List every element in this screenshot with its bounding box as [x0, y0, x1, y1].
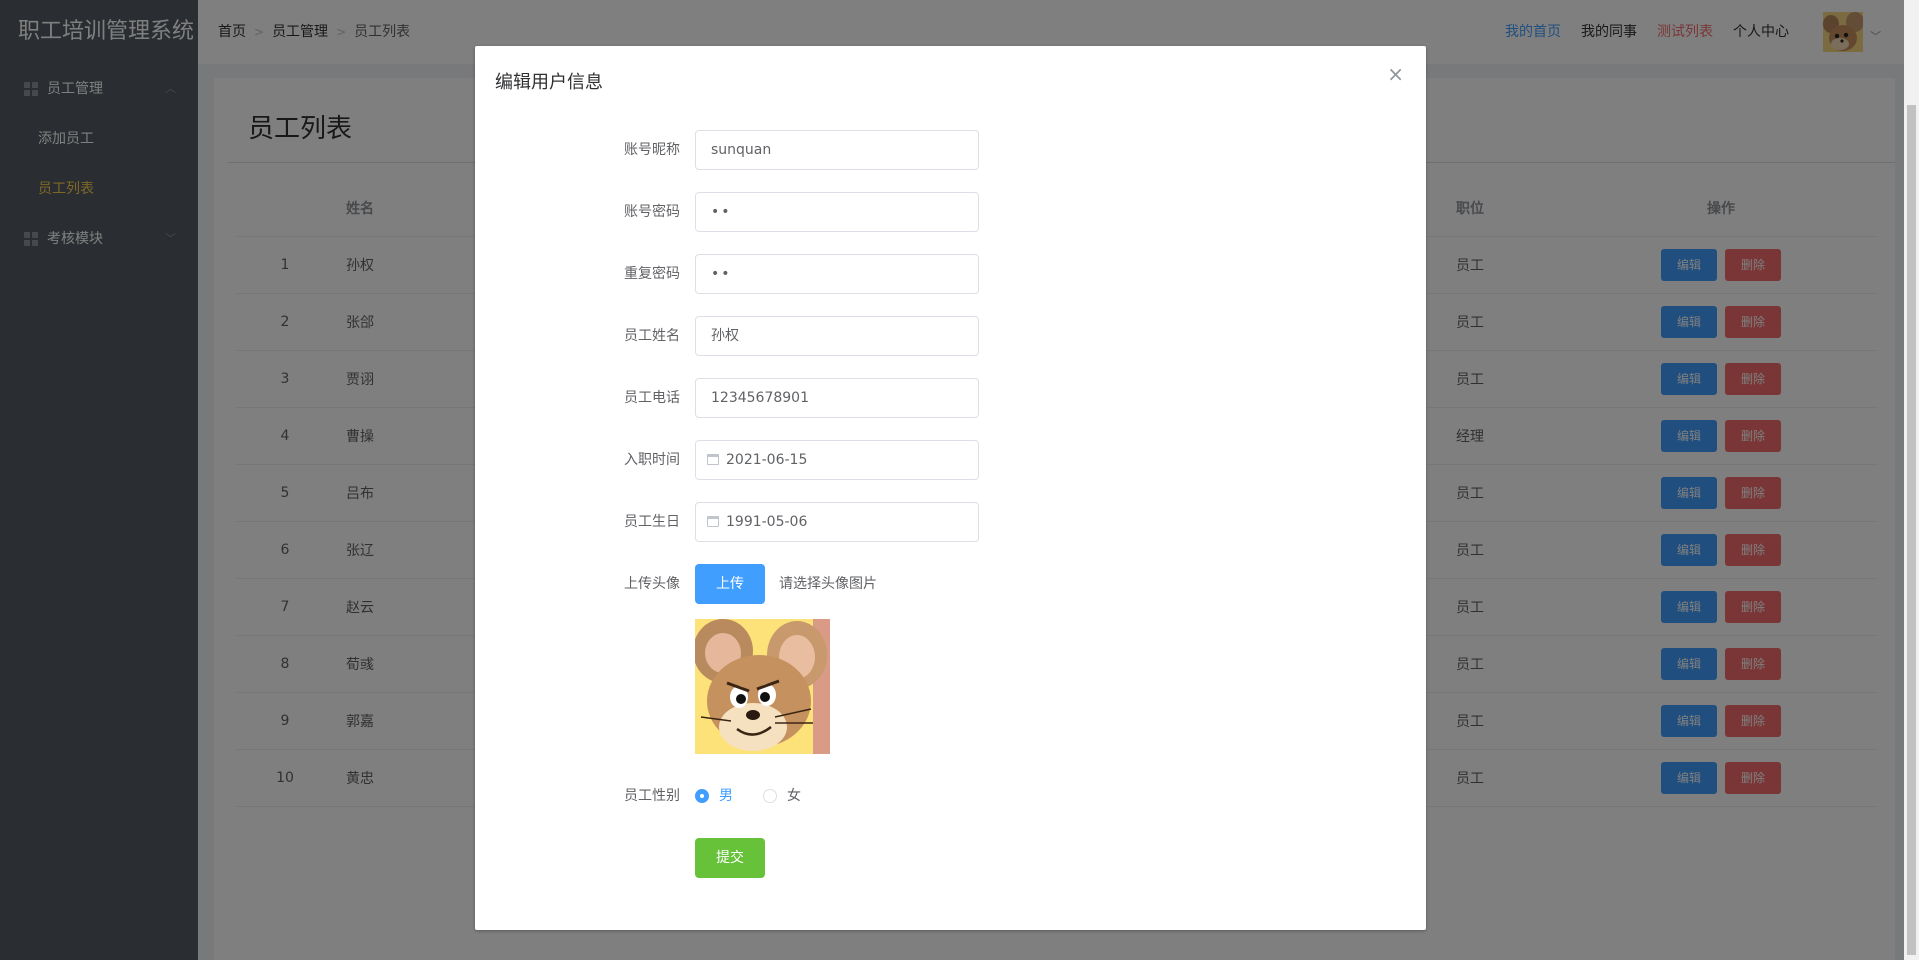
password-label: 账号密码: [624, 204, 680, 220]
form-row-repeat-password: 重复密码 ••: [475, 254, 1426, 294]
upload-button[interactable]: 上传: [695, 564, 765, 604]
form-row-submit: 提交: [475, 838, 1426, 878]
radio-female-label[interactable]: 女: [787, 776, 801, 816]
nickname-label: 账号昵称: [624, 142, 680, 158]
calendar-icon: [707, 516, 719, 527]
birthday-value: 1991-05-06: [726, 514, 808, 530]
form-row-nickname: 账号昵称 sunquan: [475, 130, 1426, 170]
password-input[interactable]: ••: [695, 192, 979, 232]
radio-male-label[interactable]: 男: [719, 776, 733, 816]
dialog-title: 编辑用户信息: [495, 72, 603, 93]
nickname-input[interactable]: sunquan: [695, 130, 979, 170]
form-row-password: 账号密码 ••: [475, 192, 1426, 232]
hire-date-value: 2021-06-15: [726, 452, 808, 468]
submit-button[interactable]: 提交: [695, 838, 765, 878]
birthday-picker[interactable]: 1991-05-06: [695, 502, 979, 542]
form-row-phone: 员工电话 12345678901: [475, 378, 1426, 418]
form-row-gender: 员工性别 男 女: [475, 776, 1426, 816]
form-row-hire-date: 入职时间 2021-06-15: [475, 440, 1426, 480]
gender-label: 员工性别: [624, 788, 680, 804]
form-row-birthday: 员工生日 1991-05-06: [475, 502, 1426, 542]
avatar-preview: [695, 619, 830, 754]
name-input[interactable]: 孙权: [695, 316, 979, 356]
repeat-password-label: 重复密码: [624, 266, 680, 282]
avatar-label: 上传头像: [624, 576, 680, 592]
form-row-avatar: 上传头像 上传 请选择头像图片: [475, 564, 1426, 604]
repeat-password-input[interactable]: ••: [695, 254, 979, 294]
hire-date-picker[interactable]: 2021-06-15: [695, 440, 979, 480]
phone-input[interactable]: 12345678901: [695, 378, 979, 418]
calendar-icon: [707, 454, 719, 465]
name-label: 员工姓名: [624, 328, 680, 344]
radio-female[interactable]: [763, 789, 777, 803]
edit-user-dialog: 编辑用户信息 × 账号昵称 sunquan 账号密码 •• 重复密码 •• 员工…: [475, 46, 1426, 930]
phone-label: 员工电话: [624, 390, 680, 406]
birthday-label: 员工生日: [624, 514, 680, 530]
scrollbar-thumb[interactable]: [1907, 105, 1916, 955]
upload-tip: 请选择头像图片: [779, 576, 877, 592]
hire-date-label: 入职时间: [624, 452, 680, 468]
radio-male[interactable]: [695, 789, 709, 803]
close-icon[interactable]: ×: [1387, 62, 1404, 86]
scrollbar[interactable]: [1904, 0, 1919, 960]
form-row-name: 员工姓名 孙权: [475, 316, 1426, 356]
